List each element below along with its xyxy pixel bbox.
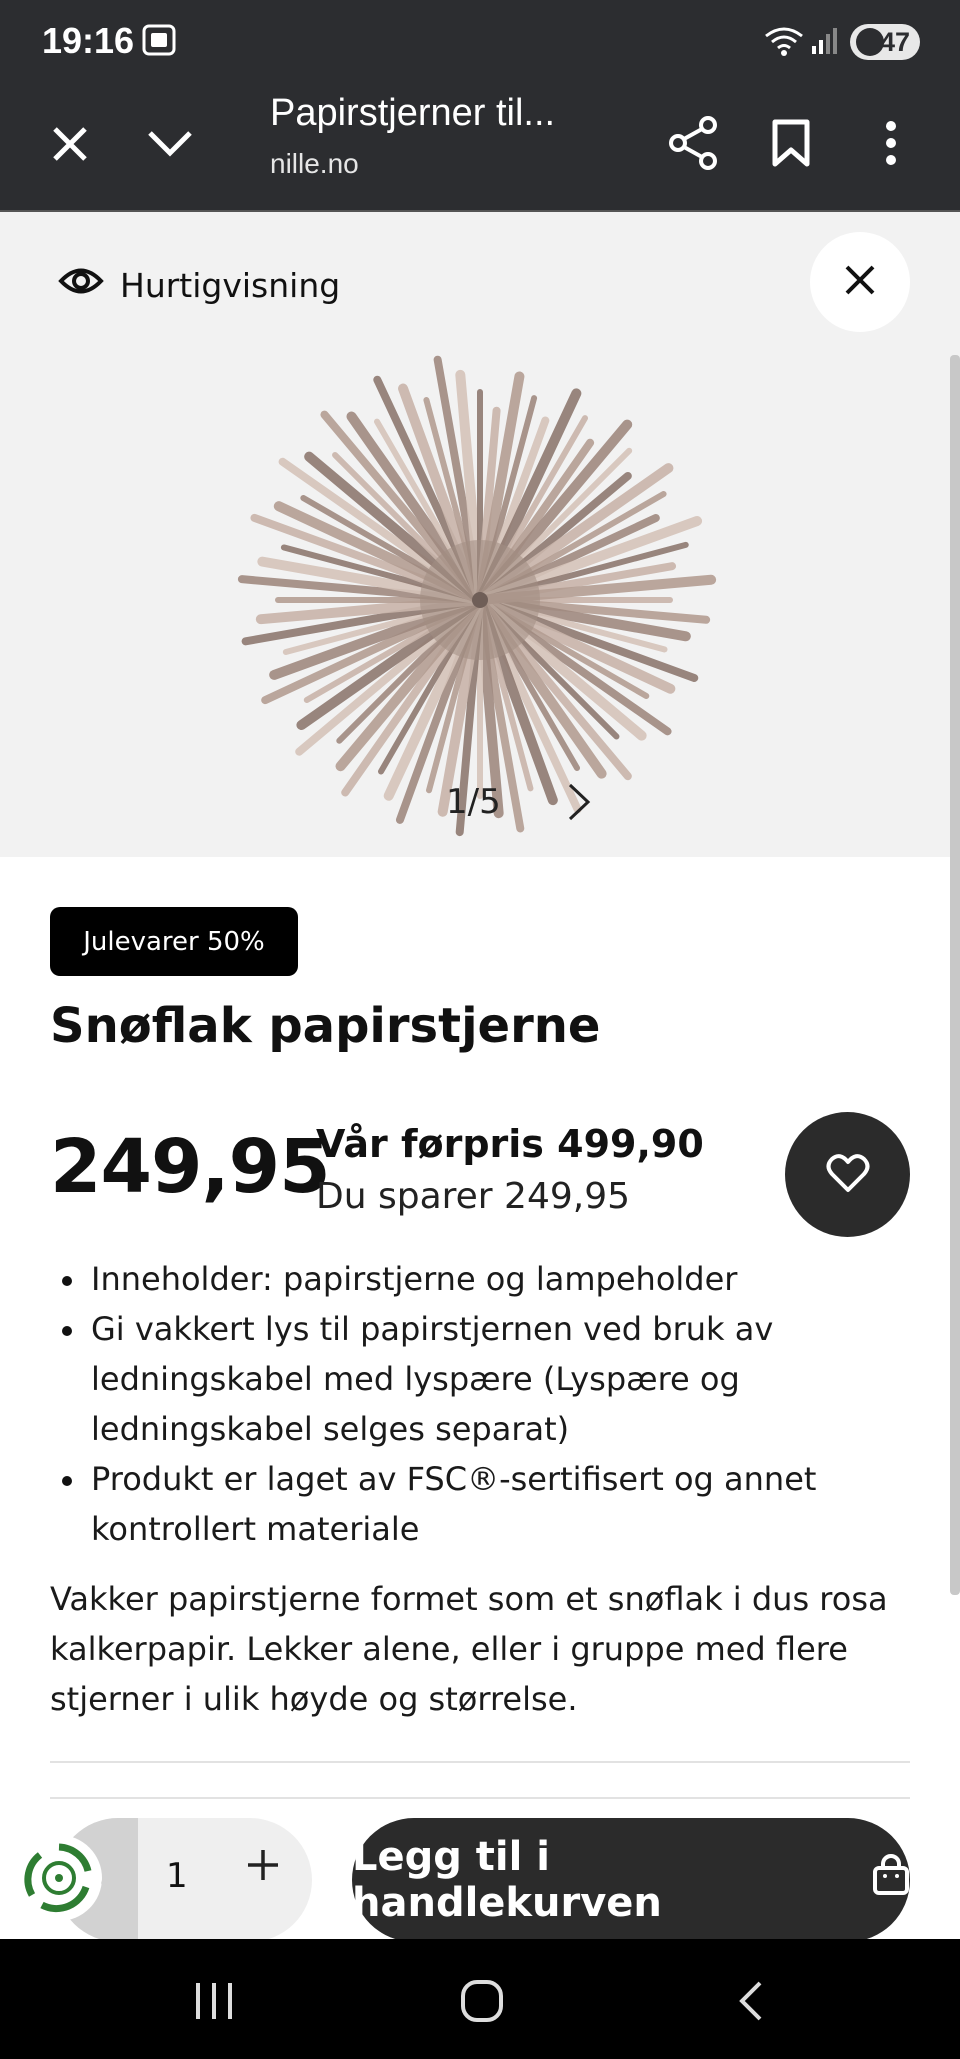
close-quickview-button[interactable] <box>810 232 910 332</box>
bullet-icon <box>62 1476 72 1486</box>
status-time: 19:16 <box>42 20 135 61</box>
status-bar: 19:16 47 <box>0 0 960 86</box>
close-icon <box>844 264 876 300</box>
heart-icon <box>826 1153 870 1197</box>
quantity-value[interactable]: 1 <box>166 1856 188 1896</box>
previous-price: Vår førpris 499,90 <box>316 1122 704 1166</box>
favorite-button[interactable] <box>785 1112 910 1237</box>
bookmark-icon[interactable] <box>758 110 824 176</box>
feature-item: Produkt er laget av FSC®-sertifisert og … <box>50 1454 910 1554</box>
promo-badge: Julevarer 50% <box>50 907 298 976</box>
next-image-icon[interactable] <box>566 782 592 826</box>
image-counter: 1/5 <box>446 782 501 822</box>
recent-apps-icon[interactable] <box>192 1979 236 2027</box>
product-price: 249,95 <box>50 1124 331 1210</box>
quickview-header: Hurtigvisning <box>58 264 340 306</box>
page-domain: nille.no <box>270 148 359 179</box>
increase-quantity-button[interactable] <box>246 1848 280 1886</box>
page-title: Papirstjerner til... <box>270 92 556 134</box>
bullet-icon <box>62 1276 72 1286</box>
system-navigation-bar <box>0 1939 960 2059</box>
product-description: Vakker papirstjerne formet som et snøfla… <box>50 1580 888 1718</box>
product-image <box>237 355 717 837</box>
eye-icon <box>58 264 104 306</box>
shopping-bag-icon <box>872 1854 910 1906</box>
screenshot-icon <box>142 24 176 60</box>
wifi-icon <box>764 24 804 62</box>
divider <box>50 1797 910 1799</box>
product-title: Snøflak papirstjerne <box>50 998 601 1054</box>
savings-text: Du sparer 249,95 <box>316 1176 631 1217</box>
battery-level: 47 <box>879 26 910 57</box>
add-to-cart-label: Legg til i handlekurven <box>352 1834 662 1926</box>
battery-indicator: 47 <box>850 24 920 60</box>
recycling-badge-icon[interactable] <box>16 1835 102 1921</box>
product-gallery[interactable]: Hurtigvisning 1/5 <box>0 212 960 857</box>
close-tab-icon[interactable] <box>40 114 100 174</box>
feature-text: Produkt er laget av FSC®-sertifisert og … <box>91 1460 817 1548</box>
signal-icon <box>810 26 840 60</box>
add-to-cart-button[interactable]: Legg til i handlekurven <box>352 1818 910 1942</box>
feature-text: Gi vakkert lys til papirstjernen ved bru… <box>91 1310 774 1448</box>
home-icon[interactable] <box>460 1979 504 2027</box>
share-icon[interactable] <box>660 110 726 176</box>
battery-saver-icon <box>856 28 884 56</box>
more-options-icon[interactable] <box>858 110 924 176</box>
browser-toolbar: Papirstjerner til... nille.no <box>0 86 960 212</box>
feature-item: Inneholder: papirstjerne og lampeholder <box>50 1254 910 1304</box>
feature-text: Inneholder: papirstjerne og lampeholder <box>91 1260 738 1298</box>
feature-item: Gi vakkert lys til papirstjernen ved bru… <box>50 1304 910 1454</box>
back-icon[interactable] <box>736 1979 766 2027</box>
divider <box>50 1761 910 1763</box>
scrollbar[interactable] <box>950 355 960 1595</box>
quickview-label: Hurtigvisning <box>120 265 341 305</box>
minimize-chevron-icon[interactable] <box>140 114 200 174</box>
bullet-icon <box>62 1326 72 1336</box>
product-features: Inneholder: papirstjerne og lampeholder … <box>50 1254 910 1554</box>
